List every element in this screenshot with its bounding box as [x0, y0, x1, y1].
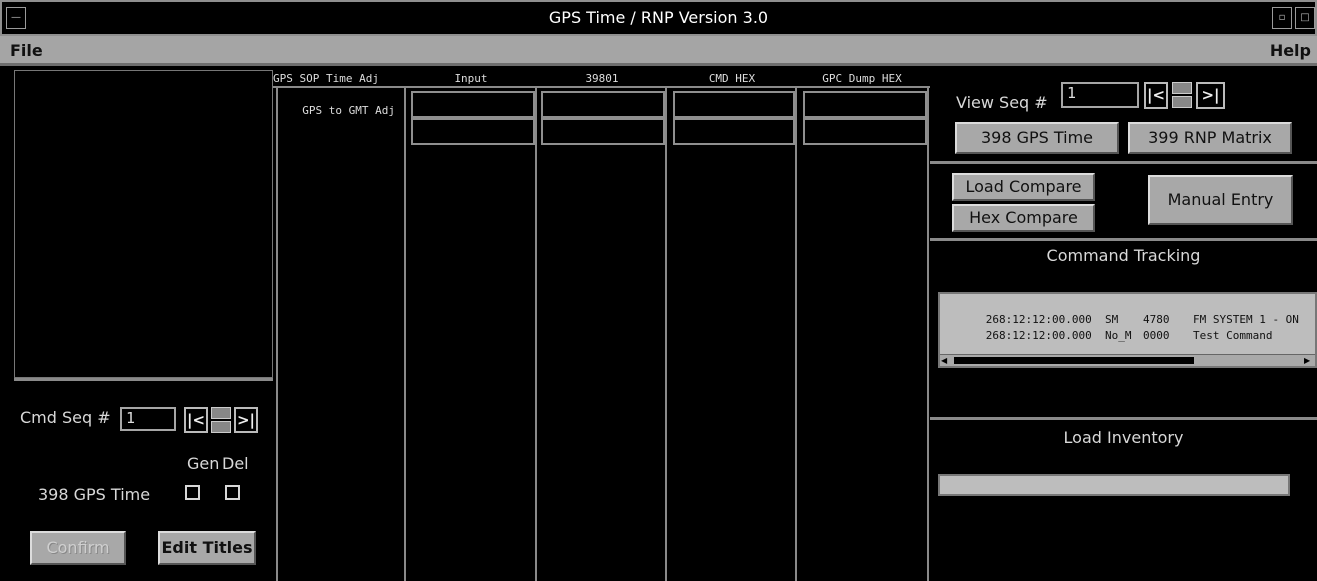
- cmd-hex-cell-2[interactable]: [673, 118, 795, 145]
- menu-file[interactable]: File: [10, 41, 43, 60]
- load-inventory-title: Load Inventory: [1063, 428, 1184, 447]
- col-header-gps-sop: GPS SOP Time Adj: [273, 72, 379, 85]
- col-divider: [535, 88, 537, 581]
- tracking-code: 0000: [1142, 329, 1170, 342]
- maximize-icon[interactable]: □: [1295, 7, 1315, 29]
- cmd-spin-down-icon[interactable]: [211, 421, 231, 433]
- cmd-spin-up-icon[interactable]: [211, 407, 231, 419]
- tracking-src: No_M: [1104, 329, 1132, 342]
- gen-label: Gen: [187, 454, 220, 473]
- window-title: GPS Time / RNP Version 3.0: [548, 8, 769, 27]
- view-seq-label: View Seq #: [956, 93, 1048, 112]
- cmd-panel: Cmd Seq # 1 |< >| Gen Del 398 GPS Time C…: [14, 378, 273, 581]
- load-inventory-field[interactable]: [938, 474, 1290, 496]
- col-header-input: Input: [454, 72, 488, 85]
- gps-table: GPS SOP Time Adj Input 39801 CMD HEX GPC…: [273, 70, 930, 581]
- tracking-time: 268:12:12:00.000: [985, 329, 1092, 342]
- col-divider: [927, 88, 929, 581]
- col-divider: [665, 88, 667, 581]
- 39801-cell-2[interactable]: [541, 118, 665, 145]
- manual-entry-button[interactable]: Manual Entry: [1148, 175, 1293, 225]
- input-cell-2[interactable]: [411, 118, 535, 145]
- 398-gps-time-button[interactable]: 398 GPS Time: [955, 122, 1119, 154]
- cmd-seq-input[interactable]: 1: [120, 407, 176, 431]
- gps-time-item-label: 398 GPS Time: [38, 485, 151, 504]
- row-label-gps-to-gmt: GPS to GMT Adj: [302, 104, 395, 117]
- horizontal-scrollbar[interactable]: ◀ ▶: [940, 354, 1315, 366]
- load-compare-button[interactable]: Load Compare: [952, 173, 1095, 201]
- scrollbar-thumb[interactable]: [954, 357, 1194, 364]
- view-last-button[interactable]: >|: [1196, 82, 1225, 109]
- view-spin-up-icon[interactable]: [1172, 82, 1192, 94]
- col-header-39801: 39801: [585, 72, 619, 85]
- 399-rnp-matrix-button[interactable]: 399 RNP Matrix: [1128, 122, 1292, 154]
- hex-compare-button[interactable]: Hex Compare: [952, 204, 1095, 232]
- minimize-icon[interactable]: ▫: [1272, 7, 1292, 29]
- title-bar: — GPS Time / RNP Version 3.0 ▫ □: [0, 0, 1317, 36]
- confirm-button[interactable]: Confirm: [30, 531, 126, 565]
- load-inventory-panel: Load Inventory: [930, 420, 1317, 581]
- cmd-hex-cell-1[interactable]: [673, 91, 795, 118]
- view-seq-input[interactable]: 1: [1061, 82, 1139, 108]
- view-first-button[interactable]: |<: [1144, 82, 1168, 109]
- tracking-desc: Test Command: [1192, 329, 1273, 342]
- menu-help[interactable]: Help: [1270, 41, 1311, 60]
- command-tracking-panel: Command Tracking 268:12:12:00.000 SM 4780…: [930, 241, 1317, 417]
- input-cell-1[interactable]: [411, 91, 535, 118]
- cmd-last-button[interactable]: >|: [234, 407, 258, 433]
- scroll-left-icon[interactable]: ◀: [941, 356, 951, 365]
- cmd-seq-label: Cmd Seq #: [20, 408, 111, 427]
- 39801-cell-1[interactable]: [541, 91, 665, 118]
- del-checkbox[interactable]: [225, 485, 240, 500]
- compare-panel: Load Compare Hex Compare Manual Entry: [930, 164, 1317, 238]
- edit-titles-button[interactable]: Edit Titles: [158, 531, 256, 565]
- gpc-dump-cell-1[interactable]: [803, 91, 927, 118]
- view-spin-down-icon[interactable]: [1172, 96, 1192, 108]
- col-header-cmd-hex: CMD HEX: [708, 72, 756, 85]
- menu-bar: File Help: [0, 36, 1317, 66]
- header-divider: [273, 86, 930, 88]
- command-tracking-title: Command Tracking: [1046, 246, 1201, 265]
- col-divider: [276, 88, 278, 581]
- col-divider: [404, 88, 406, 581]
- tracking-row[interactable]: 268:12:12:00.000 No_M 0000 Test Command: [946, 316, 1273, 355]
- del-label: Del: [222, 454, 249, 473]
- col-header-gpc-dump-hex: GPC Dump HEX: [822, 72, 902, 85]
- cmd-first-button[interactable]: |<: [184, 407, 208, 433]
- left-display-area: [14, 70, 273, 378]
- gpc-dump-cell-2[interactable]: [803, 118, 927, 145]
- col-divider: [795, 88, 797, 581]
- command-tracking-list[interactable]: 268:12:12:00.000 SM 4780 FM SYSTEM 1 - ON …: [938, 292, 1317, 368]
- gen-checkbox[interactable]: [185, 485, 200, 500]
- scroll-right-icon[interactable]: ▶: [1304, 356, 1314, 365]
- view-panel: View Seq # 1 |< >| 398 GPS Time 399 RNP …: [930, 70, 1317, 160]
